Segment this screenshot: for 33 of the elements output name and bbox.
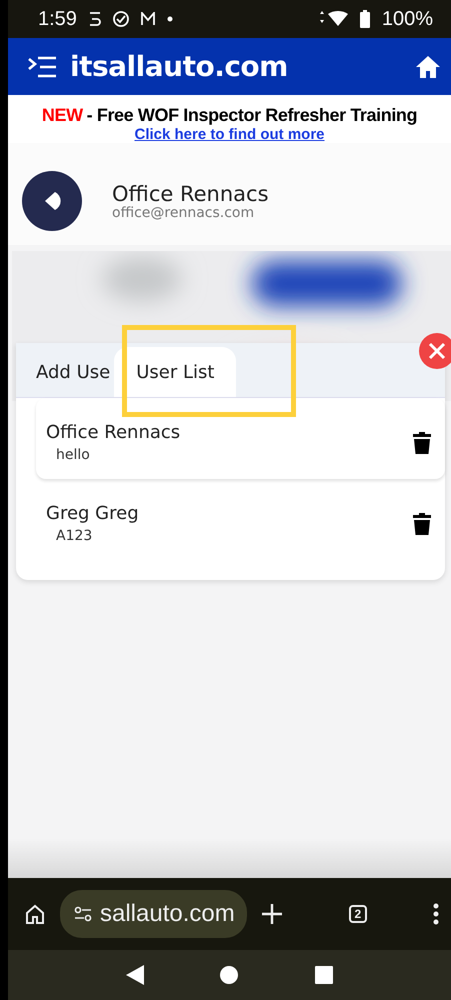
home-icon[interactable]: [24, 903, 46, 925]
tab[interactable]: Add Use: [16, 347, 114, 397]
close-icon: [428, 342, 446, 360]
dot-icon: [166, 16, 173, 22]
trash-icon[interactable]: [413, 432, 431, 454]
battery-icon: [360, 10, 370, 28]
home-icon[interactable]: [415, 54, 441, 78]
s-notification-icon: [88, 11, 101, 27]
tab-count[interactable]: 2: [348, 905, 368, 923]
settings-icon: [74, 906, 92, 922]
user-code: hello: [55, 447, 91, 463]
check-circle-icon: [112, 11, 129, 27]
trash-icon[interactable]: [413, 512, 431, 534]
site-logo[interactable]: itsallauto.com: [70, 50, 403, 83]
recents-icon[interactable]: [314, 966, 333, 984]
battery-percent: 100%: [382, 8, 433, 30]
user-name: Greg Greg: [46, 503, 140, 524]
tab[interactable]: User List: [114, 347, 236, 397]
user-code: A123: [55, 528, 94, 544]
back-icon[interactable]: [126, 965, 144, 985]
home-icon[interactable]: [220, 966, 238, 984]
plus-icon[interactable]: [260, 903, 283, 925]
address-bar[interactable]: sallauto.com: [60, 890, 247, 938]
banner-headline: - Free WOF Inspector Refresher Training: [86, 105, 418, 126]
profile-email: office@rennacs.com: [112, 206, 256, 220]
mail-icon: [140, 12, 155, 26]
more-icon[interactable]: [433, 903, 440, 925]
find-out-more-link[interactable]: Click here to find out more: [134, 126, 325, 143]
new-label: NEW: [42, 105, 83, 126]
user-name: Office Rennacs: [46, 422, 182, 443]
menu-icon[interactable]: [28, 54, 58, 78]
profile-name: Office Rennacs: [112, 182, 269, 206]
clock: 1:59: [38, 8, 77, 30]
